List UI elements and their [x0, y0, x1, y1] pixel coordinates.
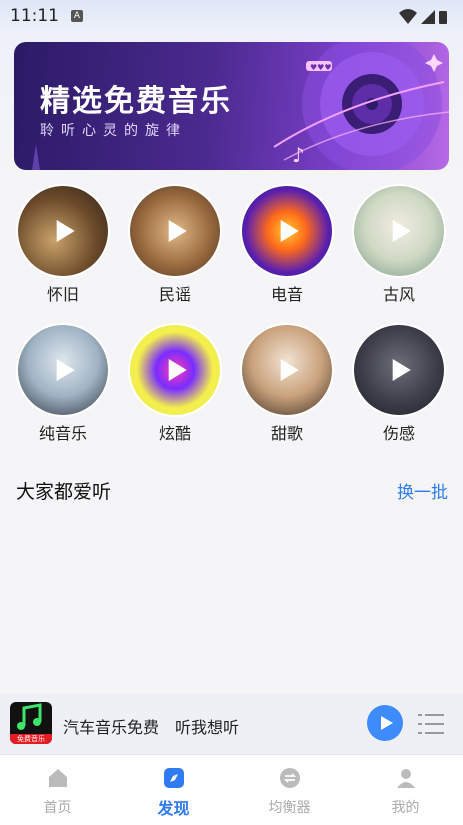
play-icon [280, 359, 299, 381]
category-thumbnail [354, 325, 444, 415]
playlist-icon[interactable] [418, 711, 444, 737]
equalizer-icon [280, 768, 300, 788]
status-time: 11:11 [10, 6, 59, 26]
play-icon [56, 220, 75, 242]
category-folk[interactable]: 民谣 [125, 186, 225, 305]
popular-section-header: 大家都爱听 换一批 [16, 477, 448, 504]
refresh-button[interactable]: 换一批 [397, 478, 448, 503]
svg-text:♥♥♥: ♥♥♥ [310, 63, 332, 72]
banner-title: 精选免费音乐 [40, 84, 232, 119]
category-instrumental[interactable]: 纯音乐 [13, 325, 113, 444]
status-bar: 11:11 A [0, 0, 463, 34]
person-icon [397, 769, 415, 788]
category-ancient-style[interactable]: 古风 [349, 186, 449, 305]
category-sweet-songs[interactable]: 甜歌 [237, 325, 337, 444]
category-thumbnail [18, 325, 108, 415]
category-thumbnail [18, 186, 108, 276]
category-thumbnail [242, 325, 332, 415]
tab-label: 我的 [391, 800, 420, 816]
play-icon [56, 359, 75, 381]
tab-discover[interactable]: 发现 [116, 755, 231, 825]
mini-player[interactable]: 免费音乐 汽车音乐免费 听我想听 [0, 693, 463, 754]
banner-subtitle: 聆听心灵的旋律 [40, 123, 187, 139]
tab-home[interactable]: 首页 [0, 755, 115, 825]
wifi-icon [399, 9, 417, 24]
play-button[interactable] [367, 705, 403, 741]
category-thumbnail [242, 186, 332, 276]
category-label: 怀旧 [46, 285, 79, 304]
category-label: 纯音乐 [38, 424, 87, 443]
music-note-icon: ♪ [292, 143, 305, 167]
category-nostalgia[interactable]: 怀旧 [13, 186, 113, 305]
category-label: 民谣 [158, 285, 191, 304]
category-label: 炫酷 [158, 424, 191, 443]
compass-icon [164, 768, 184, 788]
category-cool[interactable]: 炫酷 [125, 325, 225, 444]
status-icons [399, 9, 447, 24]
category-label: 电音 [270, 285, 303, 304]
category-label: 古风 [382, 285, 415, 304]
promo-banner[interactable]: ♪ ♥♥♥ 精选免费音乐 聆听心灵的旋律 [14, 42, 449, 170]
bottom-tab-bar: 首页 发现 均衡器 我的 [0, 754, 463, 825]
cover-tag: 免费音乐 [10, 734, 52, 744]
section-title: 大家都爱听 [16, 481, 112, 503]
tab-label: 首页 [43, 800, 72, 816]
notification-a-icon: A [71, 10, 83, 22]
now-playing-title: 汽车音乐免费 听我想听 [63, 718, 240, 737]
category-electronic[interactable]: 电音 [237, 186, 337, 305]
album-cover[interactable]: 免费音乐 [10, 702, 52, 744]
category-thumbnail [354, 186, 444, 276]
home-icon [49, 769, 67, 787]
play-icon [280, 220, 299, 242]
play-icon [392, 359, 411, 381]
tab-label: 发现 [157, 799, 190, 818]
tab-label: 均衡器 [268, 800, 311, 816]
tab-mine[interactable]: 我的 [348, 755, 463, 825]
category-label: 伤感 [382, 424, 415, 443]
category-sad[interactable]: 伤感 [349, 325, 449, 444]
battery-icon [439, 11, 447, 24]
play-icon [392, 220, 411, 242]
category-thumbnail [130, 325, 220, 415]
tab-equalizer[interactable]: 均衡器 [232, 755, 347, 825]
music-note-icon [17, 703, 42, 730]
category-label: 甜歌 [270, 424, 303, 443]
signal-icon [421, 10, 435, 24]
play-icon [168, 359, 187, 381]
play-icon [168, 220, 187, 242]
category-thumbnail [130, 186, 220, 276]
